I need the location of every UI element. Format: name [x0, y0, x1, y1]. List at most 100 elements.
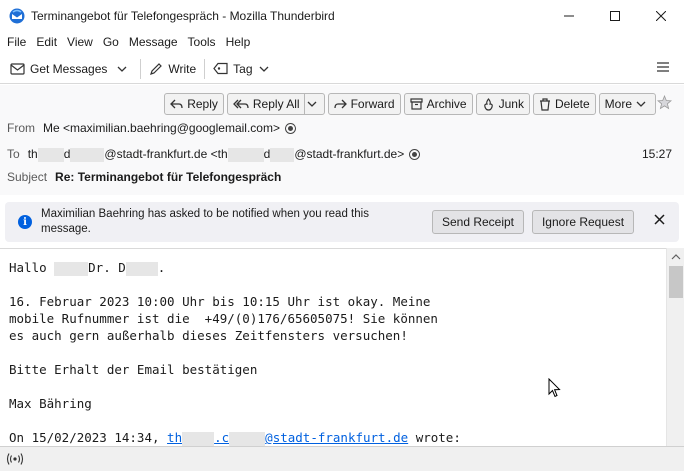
body-text: Dr. D — [88, 260, 126, 275]
quote-header: On 15/02/2023 14:34, — [9, 430, 168, 445]
minimize-button[interactable] — [546, 0, 592, 32]
menu-file[interactable]: File — [2, 35, 31, 49]
tag-button[interactable]: Tag — [208, 57, 273, 81]
scrollbar-thumb[interactable] — [669, 266, 683, 298]
message-body-text: Hallo Dr. D. 16. Februar 2023 10:00 Uhr … — [9, 259, 461, 446]
mouse-cursor-icon — [548, 378, 561, 398]
more-button[interactable]: More — [598, 93, 656, 115]
reply-button[interactable]: Reply — [164, 93, 224, 115]
redaction — [54, 261, 89, 276]
toolbar-divider — [140, 58, 142, 79]
to-label: To — [7, 147, 20, 162]
reply-icon — [170, 99, 183, 108]
reply-all-button[interactable]: Reply All — [226, 93, 325, 115]
chevron-down-icon — [307, 101, 317, 107]
contact-icon[interactable] — [284, 122, 296, 134]
read-receipt-notification: i Maximilian Baehring has asked to be no… — [5, 202, 679, 242]
to-text-part: d — [263, 147, 271, 161]
link-text: @stadt-frankfurt.de — [265, 430, 409, 445]
delete-button[interactable]: Delete — [532, 93, 596, 115]
to-text-part: @stadt-frankfurt.de <th — [104, 147, 228, 161]
junk-icon — [483, 97, 493, 111]
archive-icon — [409, 98, 423, 110]
title-bar: Terminangebot für Telefongespräch - Mozi… — [0, 0, 684, 32]
menu-go[interactable]: Go — [98, 35, 124, 49]
thunderbird-logo-icon — [9, 8, 25, 24]
maximize-icon — [610, 11, 620, 21]
app-menu-icon[interactable] — [656, 61, 670, 73]
close-icon — [656, 11, 666, 21]
chevron-down-icon — [259, 66, 268, 72]
close-window-button[interactable] — [638, 0, 684, 32]
quote-email-link[interactable]: th .c @stadt-frankfurt.de — [167, 430, 409, 446]
junk-label: Junk — [498, 97, 524, 111]
forward-icon — [333, 99, 347, 108]
more-label: More — [604, 97, 632, 111]
message-actions: Reply Reply All Forward Archive Junk Del… — [164, 93, 656, 115]
online-status-icon[interactable] — [6, 452, 24, 466]
maximize-button[interactable] — [592, 0, 638, 32]
main-toolbar: Get Messages Write Tag — [0, 54, 684, 84]
message-header: Reply Reply All Forward Archive Junk Del… — [0, 85, 684, 195]
get-messages-dropdown[interactable] — [112, 57, 137, 81]
toolbar-divider — [204, 58, 206, 79]
menu-tools[interactable]: Tools — [183, 35, 221, 49]
menu-edit[interactable]: Edit — [31, 35, 62, 49]
status-bar — [0, 446, 684, 471]
message-body[interactable]: Hallo Dr. D. 16. Februar 2023 10:00 Uhr … — [0, 248, 666, 446]
forward-label: Forward — [350, 97, 395, 111]
archive-label: Archive — [426, 97, 467, 111]
write-label: Write — [168, 61, 197, 76]
subject-row: Subject Re: Terminangebot für Telefonges… — [7, 170, 281, 184]
pencil-icon — [150, 62, 163, 75]
get-messages-icon — [10, 63, 25, 75]
from-row: From Me <maximilian.baehring@googlemail.… — [7, 121, 296, 135]
star-icon[interactable] — [657, 95, 672, 110]
tag-icon — [213, 62, 228, 75]
menu-view[interactable]: View — [62, 35, 98, 49]
archive-button[interactable]: Archive — [403, 93, 473, 115]
chevron-down-icon — [117, 66, 127, 72]
menu-message[interactable]: Message — [124, 35, 183, 49]
redaction — [270, 147, 295, 162]
to-text-part: d — [63, 147, 71, 161]
ignore-request-button[interactable]: Ignore Request — [532, 210, 634, 234]
menu-help[interactable]: Help — [221, 35, 256, 49]
reply-all-icon — [232, 99, 249, 108]
reply-label: Reply — [187, 97, 218, 111]
reply-all-label: Reply All — [252, 97, 300, 111]
vertical-scrollbar[interactable] — [666, 248, 684, 446]
scroll-up-icon[interactable] — [668, 251, 684, 263]
body-text: Hallo — [9, 260, 55, 275]
to-text-part: th — [27, 147, 38, 161]
write-button[interactable]: Write — [144, 57, 201, 81]
redaction — [182, 431, 215, 446]
contact-icon[interactable] — [409, 148, 421, 160]
subject-value: Re: Terminangebot für Telefongespräch — [55, 170, 282, 184]
ignore-request-label: Ignore Request — [541, 215, 625, 229]
redaction — [125, 261, 158, 276]
close-icon[interactable] — [654, 214, 665, 225]
send-receipt-label: Send Receipt — [441, 215, 515, 229]
trash-icon — [539, 97, 550, 111]
junk-button[interactable]: Junk — [475, 93, 530, 115]
link-text: th — [167, 430, 183, 445]
redaction — [37, 147, 64, 162]
delete-label: Delete — [554, 97, 590, 111]
info-icon: i — [18, 215, 32, 229]
forward-button[interactable]: Forward — [327, 93, 401, 115]
body-text: es auch gern außerhalb dieses Zeitfenste… — [9, 328, 408, 343]
to-value[interactable]: th d @stadt-frankfurt.de <th d @stadt-frankf… — [27, 147, 404, 162]
send-receipt-button[interactable]: Send Receipt — [432, 210, 524, 234]
reply-all-dropdown[interactable] — [303, 94, 324, 114]
subject-label: Subject — [7, 170, 48, 184]
quote-header: wrote: — [408, 430, 461, 445]
get-messages-button[interactable]: Get Messages — [5, 57, 112, 81]
body-text: mobile Rufnummer ist die +49/(0)176/6560… — [9, 311, 438, 326]
from-value[interactable]: Me <maximilian.baehring@googlemail.com> — [43, 121, 280, 135]
chevron-down-icon — [636, 101, 646, 107]
from-label: From — [7, 121, 35, 135]
body-text: 16. Februar 2023 10:00 Uhr bis 10:15 Uhr… — [9, 294, 431, 309]
window-title: Terminangebot für Telefongespräch - Mozi… — [31, 9, 335, 23]
notification-text: Maximilian Baehring has asked to be noti… — [41, 208, 369, 235]
